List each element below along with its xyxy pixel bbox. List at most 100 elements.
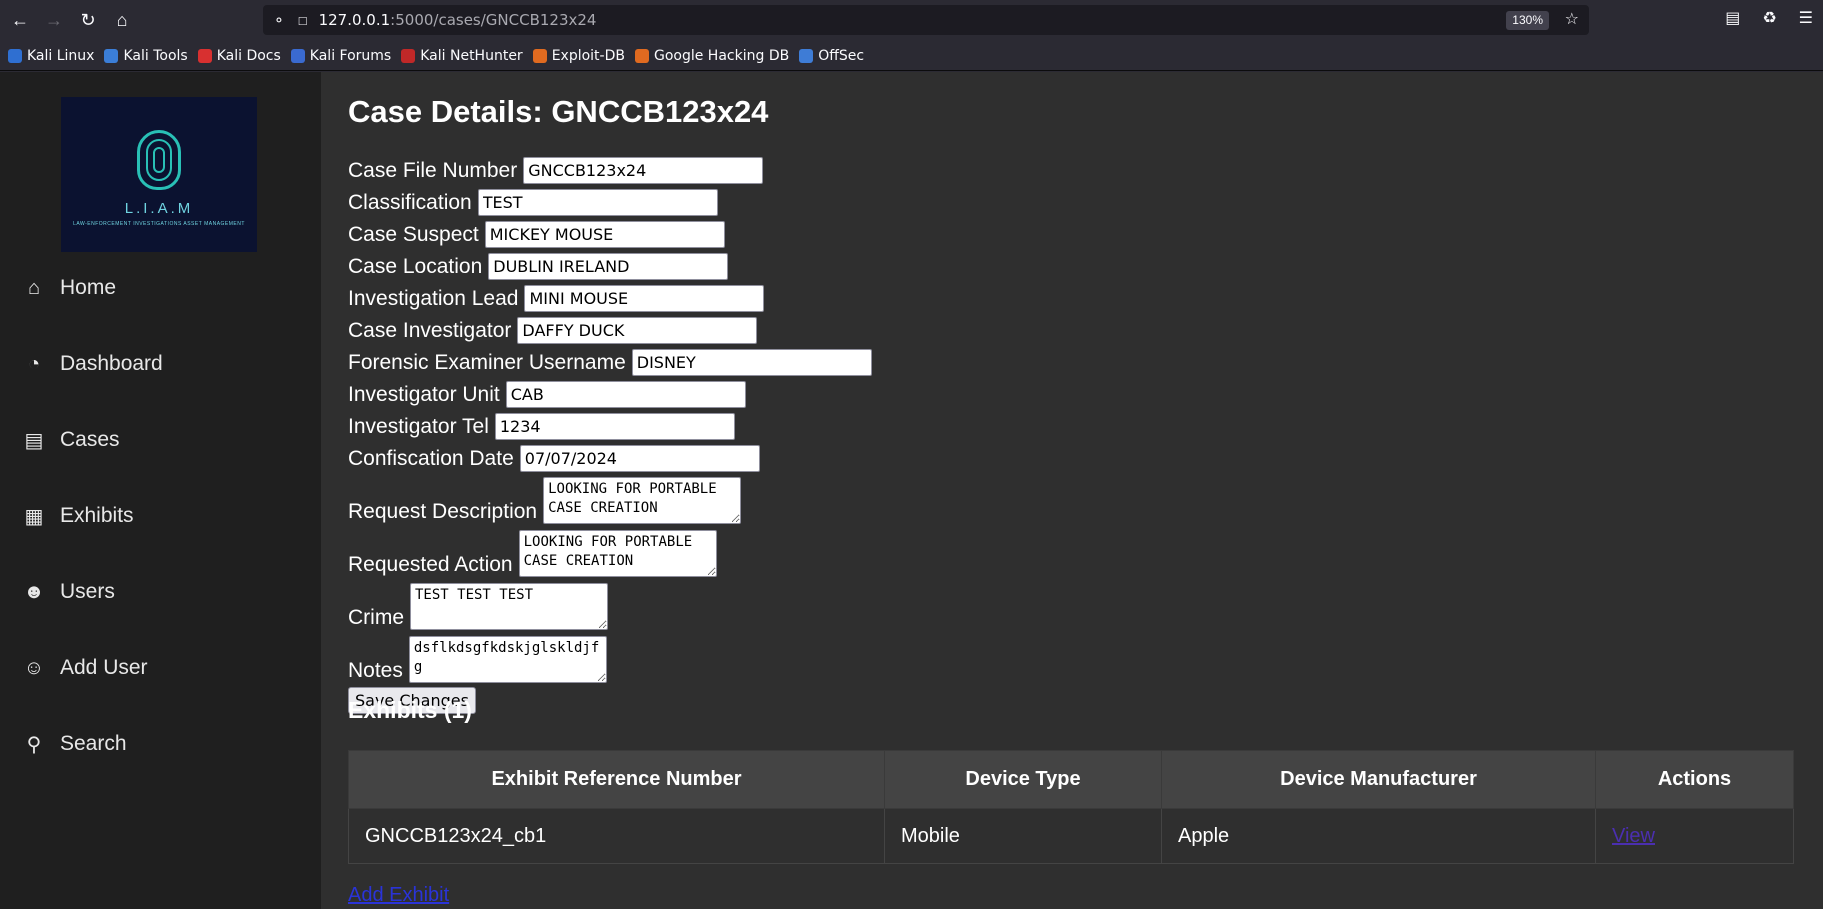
bookmark-item[interactable]: Exploit-DB: [532, 47, 625, 64]
bookmark-favicon-icon: [532, 48, 547, 63]
box-icon: ▦: [24, 505, 44, 528]
page: L.I.A.M LAW-ENFORCEMENT INVESTIGATIONS A…: [0, 72, 1823, 909]
logo-tagline: LAW-ENFORCEMENT INVESTIGATIONS ASSET MAN…: [73, 220, 245, 227]
browser-toolbar: ← → ↻ ⌂ ⚬ □ 127.0.0.1:5000/cases/GNCCB12…: [0, 0, 1823, 41]
form-row: Case Investigator: [348, 317, 872, 344]
device-type-cell: Mobile: [884, 808, 1162, 864]
reload-icon[interactable]: ↻: [74, 7, 102, 35]
field-label: Confiscation Date: [348, 446, 514, 470]
bookmark-label: OffSec: [818, 47, 865, 64]
field-input[interactable]: [631, 349, 872, 376]
form-row: Request Description LOOKING FOR PORTABLE …: [348, 477, 872, 524]
view-link[interactable]: View: [1612, 825, 1655, 847]
bookmark-item[interactable]: Kali Linux: [8, 48, 94, 64]
table-row: GNCCB123x24_cb1 Mobile Apple View: [348, 808, 1794, 864]
field-input[interactable]: [488, 253, 729, 280]
logo: L.I.A.M LAW-ENFORCEMENT INVESTIGATIONS A…: [61, 97, 257, 252]
column-header: Actions: [1595, 750, 1794, 809]
column-header: Device Manufacturer: [1161, 750, 1596, 809]
add-user-icon: ☺: [23, 656, 45, 679]
briefcase-icon: ▤: [24, 429, 44, 452]
sidebar: L.I.A.M LAW-ENFORCEMENT INVESTIGATIONS A…: [0, 72, 321, 909]
extensions-icon[interactable]: ♻: [1762, 8, 1776, 28]
bookmark-label: Kali Linux: [27, 47, 95, 64]
bookmark-item[interactable]: OffSec: [799, 48, 864, 64]
form-row: Case Suspect: [348, 221, 872, 248]
form-row: Confiscation Date: [348, 445, 872, 472]
form-row: Forensic Examiner Username: [348, 349, 872, 376]
field-label: Notes: [348, 659, 403, 682]
sidebar-item-dashboard[interactable]: ◔ Dashboard: [0, 326, 321, 402]
form-row: Case Location: [348, 253, 872, 280]
sidebar-item-add-user[interactable]: ☺ Add User: [0, 630, 321, 706]
home-icon: ⌂: [27, 276, 41, 299]
bookmark-item[interactable]: Kali NetHunter: [401, 47, 523, 64]
field-label: Investigator Unit: [348, 382, 500, 406]
textarea-field[interactable]: TEST TEST TEST: [410, 583, 608, 630]
bookmark-favicon-icon: [634, 48, 649, 63]
users-icon: ☻: [23, 580, 45, 603]
exhibits-heading: Exhibits (1): [348, 697, 472, 723]
form-row: Crime TEST TEST TEST: [348, 583, 872, 630]
field-label: Requested Action: [348, 553, 513, 576]
textarea-field[interactable]: LOOKING FOR PORTABLE CASE CREATION: [543, 477, 742, 524]
field-input[interactable]: [519, 445, 760, 472]
bookmark-label: Exploit-DB: [551, 47, 625, 64]
bookmark-item[interactable]: Google Hacking DB: [634, 48, 789, 64]
bookmark-favicon-icon: [8, 48, 22, 63]
field-label: Classification: [348, 190, 472, 214]
field-label: Investigation Lead: [348, 286, 519, 310]
field-input[interactable]: [505, 381, 746, 408]
bookmark-label: Kali Docs: [216, 47, 281, 64]
bookmark-item[interactable]: Kali Docs: [197, 47, 281, 64]
form-row: Notes dsflkdsgfkdskjglskldjfg: [348, 636, 872, 683]
textarea-field[interactable]: LOOKING FOR PORTABLE CASE CREATION: [518, 530, 717, 577]
field-input[interactable]: [523, 157, 764, 184]
fingerprint-icon: [137, 129, 181, 190]
back-icon[interactable]: ←: [6, 7, 34, 35]
actions-cell: View: [1595, 808, 1794, 864]
field-input[interactable]: [524, 285, 765, 312]
bookmark-label: Kali Forums: [309, 47, 392, 64]
page-info-icon[interactable]: □: [299, 13, 307, 28]
forward-icon[interactable]: →: [40, 7, 68, 35]
device-manufacturer-cell: Apple: [1161, 808, 1596, 864]
home-browser-icon[interactable]: ⌂: [108, 7, 136, 35]
sidebar-item-cases[interactable]: ▤ Cases: [0, 402, 321, 478]
bookmark-item[interactable]: Kali Tools: [104, 48, 188, 64]
sidebar-item-label: Home: [60, 276, 117, 299]
field-input[interactable]: [484, 221, 725, 248]
pocket-icon[interactable]: ▤: [1725, 8, 1740, 28]
menu-icon[interactable]: ☰: [1799, 8, 1813, 28]
zoom-level[interactable]: 130%: [1506, 11, 1549, 30]
bookmark-favicon-icon: [290, 48, 305, 63]
sidebar-menu: ⌂ Home ◔ Dashboard ▤ Cases ▦ Exhibits ☻ Users ☺ Add…: [0, 250, 321, 782]
field-input[interactable]: [517, 317, 758, 344]
field-input[interactable]: [494, 413, 735, 440]
address-bar[interactable]: ⚬ □ 127.0.0.1:5000/cases/GNCCB123x24 130…: [263, 5, 1589, 35]
sidebar-item-exhibits[interactable]: ▦ Exhibits: [0, 478, 321, 554]
bookmark-star-icon[interactable]: ☆: [1565, 9, 1579, 29]
bookmark-item[interactable]: Kali Forums: [290, 47, 392, 64]
sidebar-item-users[interactable]: ☻ Users: [0, 554, 321, 630]
add-exhibit-link[interactable]: Add Exhibit: [348, 884, 449, 907]
sidebar-item-home[interactable]: ⌂ Home: [0, 250, 321, 326]
sidebar-item-label: Dashboard: [60, 352, 163, 375]
textarea-field[interactable]: dsflkdsgfkdskjglskldjfg: [408, 636, 607, 683]
form-row: Classification: [348, 189, 872, 216]
exhibits-table: Exhibit Reference Number Device Type Dev…: [348, 750, 1794, 864]
field-label: Forensic Examiner Username: [348, 350, 626, 374]
field-label: Investigator Tel: [348, 414, 489, 438]
bookmark-favicon-icon: [104, 48, 119, 63]
toolbar-right-icons: ▤ ♻ ☰: [1725, 8, 1813, 28]
shield-icon[interactable]: ⚬: [273, 12, 285, 29]
search-icon: ⚲: [26, 733, 42, 756]
bookmark-label: Kali NetHunter: [420, 47, 523, 64]
sidebar-item-search[interactable]: ⚲ Search: [0, 706, 321, 782]
form-row: Case File Number: [348, 157, 872, 184]
form-row: Investigator Tel: [348, 413, 872, 440]
field-input[interactable]: [477, 189, 718, 216]
form-row: Investigation Lead: [348, 285, 872, 312]
sidebar-item-label: Cases: [60, 428, 120, 451]
url-text[interactable]: 127.0.0.1:5000/cases/GNCCB123x24: [319, 11, 597, 29]
